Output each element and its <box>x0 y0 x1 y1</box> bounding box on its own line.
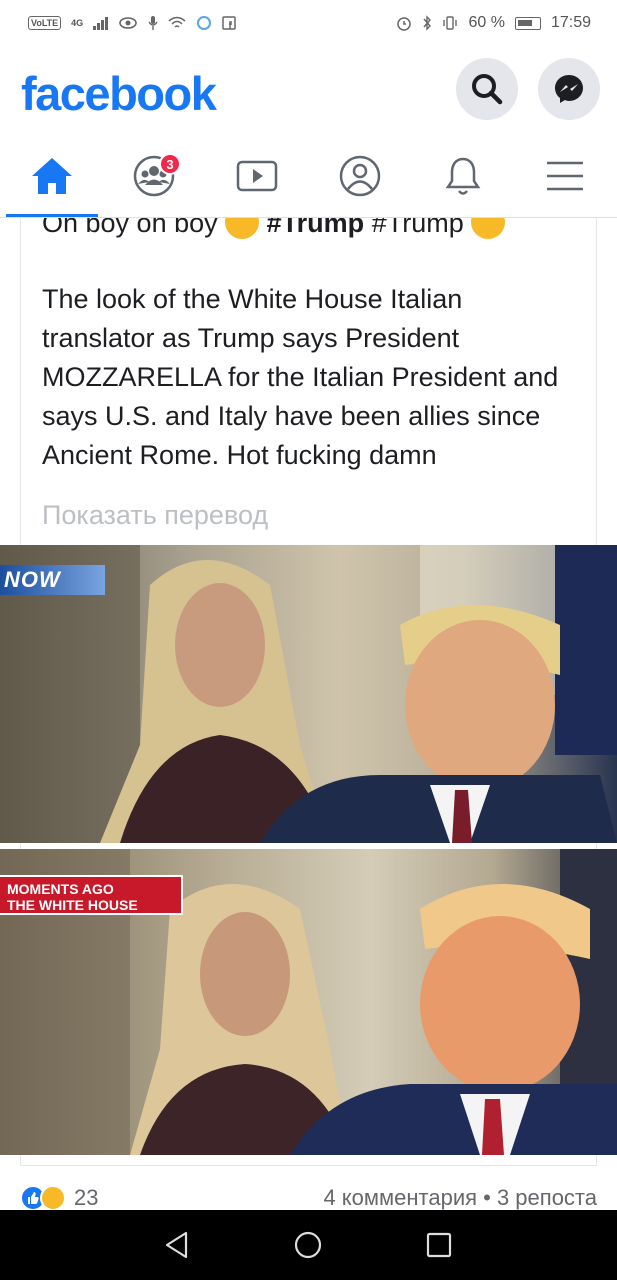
profile-icon <box>339 155 381 197</box>
app-header: facebook <box>0 46 617 134</box>
search-button[interactable] <box>456 58 518 120</box>
chyron-line: THE WHITE HOUSE <box>7 897 138 913</box>
facebook-logo[interactable]: facebook <box>21 66 217 121</box>
chyron-line: MOMENTS AGO <box>7 881 114 897</box>
hashtag-link[interactable]: #Trump <box>267 218 365 238</box>
messenger-icon <box>555 75 583 103</box>
wifi-icon <box>168 16 186 28</box>
active-tab-indicator <box>6 214 98 217</box>
post-text-cutoff-line: Oh boy oh boy #Trump #Trump <box>42 218 506 242</box>
news-channel-logo: NOW <box>0 565 105 595</box>
hashtag-link[interactable]: #Trump <box>372 218 464 238</box>
status-bar: VoLTE 4G 60 % 17:59 <box>0 0 617 46</box>
back-icon <box>165 1231 188 1259</box>
signal-icon <box>93 16 108 30</box>
post-photo[interactable]: NOW <box>0 545 617 843</box>
clock: 17:59 <box>550 14 591 31</box>
notification-badge: 3 <box>159 153 181 175</box>
status-right: 60 % 17:59 <box>396 14 591 32</box>
network-type: 4G <box>71 18 84 28</box>
eye-icon <box>118 17 137 29</box>
battery-percent: 60 % <box>468 14 505 31</box>
bell-icon <box>445 157 481 195</box>
home-icon <box>32 158 72 194</box>
sync-icon <box>196 16 211 30</box>
post-photo[interactable]: MOMENTS AGO THE WHITE HOUSE <box>0 849 617 1155</box>
tab-watch[interactable] <box>227 150 287 202</box>
reaction-count: 23 <box>74 1185 99 1210</box>
post-body-text: The look of the White House Italian tran… <box>42 284 559 470</box>
alarm-icon <box>397 17 412 31</box>
haha-reaction-icon <box>40 1185 66 1210</box>
recents-icon <box>426 1232 452 1258</box>
news-chyron: MOMENTS AGO THE WHITE HOUSE <box>0 875 183 915</box>
volte-indicator: VoLTE <box>28 16 62 30</box>
home-button[interactable] <box>291 1228 325 1262</box>
reactions-summary[interactable]: 23 <box>20 1180 98 1210</box>
home-circle-icon <box>294 1231 322 1259</box>
menu-icon <box>547 161 583 191</box>
microphone-icon <box>148 16 158 30</box>
search-icon <box>472 74 503 105</box>
system-navigation-bar <box>0 1210 617 1280</box>
facebook-notification-icon <box>221 16 236 30</box>
tab-profile[interactable] <box>330 150 390 202</box>
tab-menu[interactable] <box>535 150 595 202</box>
tab-notifications[interactable] <box>433 150 493 202</box>
messenger-button[interactable] <box>538 58 600 120</box>
see-translation-link[interactable]: Показать перевод <box>42 500 268 531</box>
laughing-emoji-icon <box>225 218 260 239</box>
tab-home[interactable] <box>22 150 82 202</box>
back-button[interactable] <box>160 1228 194 1262</box>
battery-icon <box>514 16 541 30</box>
tab-groups[interactable]: 3 <box>124 150 184 202</box>
cutoff-text: Oh boy oh boy <box>42 218 218 239</box>
comments-shares-count[interactable]: 4 комментария • 3 репоста <box>323 1180 597 1210</box>
crazy-face-emoji-icon <box>471 218 506 239</box>
status-left: VoLTE 4G <box>28 15 236 31</box>
feed-post: Oh boy oh boy #Trump #Trump The look of … <box>0 218 617 1210</box>
watch-icon <box>236 160 278 192</box>
bluetooth-icon <box>423 15 432 31</box>
vibrate-icon <box>443 16 458 30</box>
recents-button[interactable] <box>422 1228 456 1262</box>
main-nav: 3 <box>0 134 617 218</box>
